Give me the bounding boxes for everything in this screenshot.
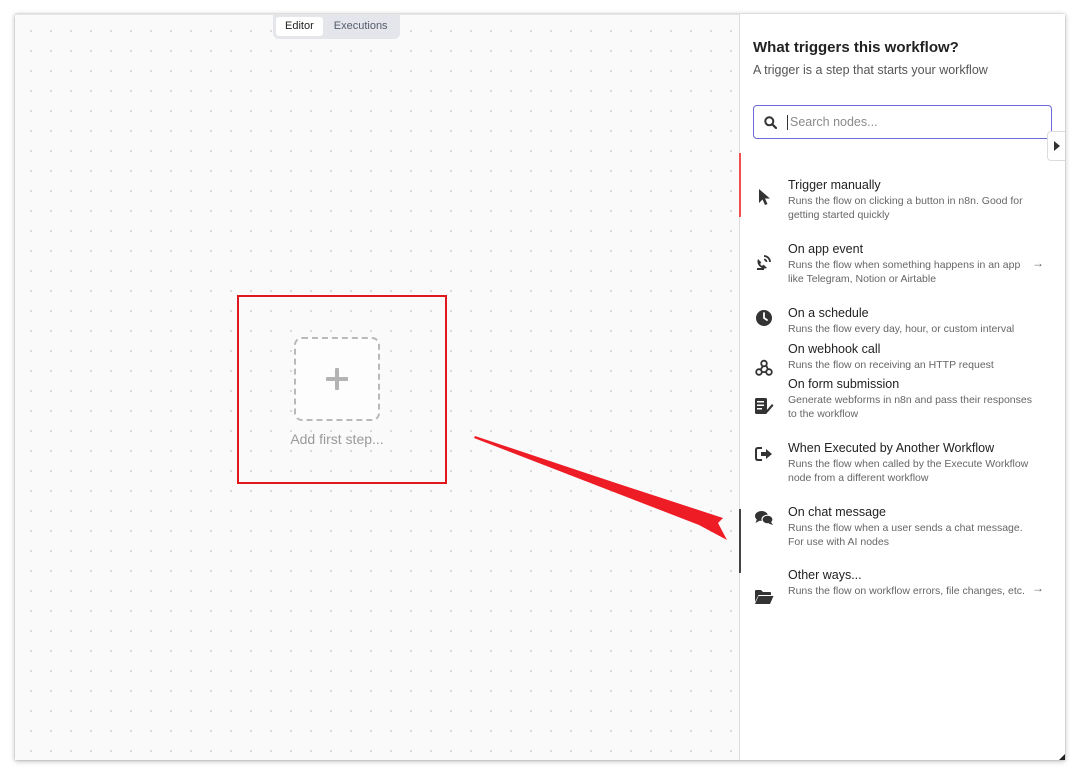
trigger-item-desc: Runs the flow when a user sends a chat m… — [788, 522, 1023, 548]
sign-in-icon — [753, 443, 775, 465]
cursor-icon — [753, 186, 775, 208]
search-icon — [764, 115, 777, 129]
add-first-step-button[interactable] — [294, 337, 380, 421]
folder-open-icon — [753, 586, 775, 608]
trigger-item-schedule[interactable]: On a schedule Runs the flow every day, h… — [740, 281, 1065, 335]
form-icon — [753, 395, 775, 417]
arrow-right-icon: → — [1032, 581, 1044, 595]
trigger-item-title: When Executed by Another Workflow — [788, 441, 995, 455]
view-tabs: Editor Executions — [273, 15, 400, 39]
trigger-item-title: On a schedule — [788, 306, 869, 320]
clock-icon — [753, 307, 775, 329]
add-first-step-label: Add first step... — [290, 431, 384, 447]
trigger-item-desc: Generate webforms in n8n and pass their … — [788, 394, 1032, 420]
trigger-item-title: Other ways... — [788, 568, 862, 582]
trigger-item-desc: Runs the flow on receiving an HTTP reque… — [788, 359, 994, 371]
panel-subtitle: A trigger is a step that starts your wor… — [753, 63, 988, 77]
trigger-item-title: On webhook call — [788, 342, 881, 356]
caret-right-icon — [1053, 141, 1060, 151]
search-input[interactable] — [788, 114, 1028, 130]
trigger-item-form[interactable]: On form submission Generate webforms in … — [740, 377, 1065, 445]
trigger-item-chat[interactable]: On chat message Runs the flow when a use… — [739, 505, 1065, 573]
trigger-item-executed-by-workflow[interactable]: When Executed by Another Workflow Runs t… — [740, 441, 1065, 509]
satellite-dish-icon — [753, 251, 775, 273]
trigger-item-title: On form submission — [788, 377, 900, 391]
plus-icon — [326, 368, 348, 390]
trigger-item-app-event[interactable]: On app event Runs the flow when somethin… — [740, 217, 1065, 285]
tab-executions[interactable]: Executions — [325, 17, 397, 36]
trigger-item-other-ways[interactable]: Other ways... Runs the flow on workflow … — [740, 568, 1065, 637]
trigger-item-title: On app event — [788, 242, 864, 256]
arrow-right-icon: → — [1032, 256, 1044, 270]
trigger-node-list: Trigger manually Runs the flow on clicki… — [739, 153, 1065, 637]
resize-corner[interactable] — [1059, 754, 1065, 760]
app-window: Editor Executions Add first step... What… — [15, 14, 1065, 760]
trigger-item-title: Trigger manually — [788, 178, 881, 192]
search-box[interactable] — [753, 105, 1052, 139]
trigger-item-desc: Runs the flow on workflow errors, file c… — [788, 585, 1025, 597]
trigger-item-manual[interactable]: Trigger manually Runs the flow on clicki… — [739, 153, 1065, 221]
trigger-item-title: On chat message — [788, 505, 886, 519]
trigger-item-webhook[interactable]: On webhook call Runs the flow on receivi… — [740, 331, 1065, 381]
webhook-icon — [753, 357, 775, 379]
panel-title: What triggers this workflow? — [753, 39, 959, 56]
chat-icon — [753, 507, 775, 529]
tab-editor[interactable]: Editor — [276, 17, 323, 36]
trigger-panel: What triggers this workflow? A trigger i… — [739, 14, 1065, 760]
workflow-canvas[interactable]: Editor Executions Add first step... — [15, 14, 739, 760]
trigger-item-desc: Runs the flow when called by the Execute… — [788, 458, 1029, 484]
